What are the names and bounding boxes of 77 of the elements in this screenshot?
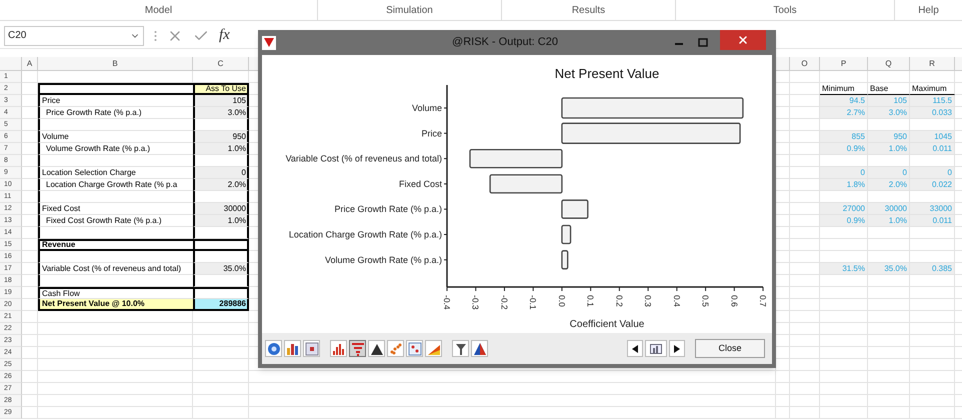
table-cell: 1.0% — [193, 215, 249, 227]
tick-label: 0.7 — [758, 295, 768, 307]
tick-label: 0.6 — [729, 295, 740, 307]
column-header[interactable]: O — [790, 57, 820, 70]
table-cell: 2.0% — [868, 179, 910, 191]
category-label: Volume — [412, 103, 442, 113]
table-cell: 0.9% — [820, 215, 868, 227]
table-cell: 2.7% — [820, 107, 868, 119]
table-cell: 1.0% — [868, 215, 910, 227]
name-box[interactable]: C20 — [4, 26, 144, 46]
table-cell: 1.8% — [820, 179, 868, 191]
table-cell: 115.5 — [910, 95, 955, 107]
tick-label: 0.5 — [700, 295, 711, 307]
table-cell: 30000 — [868, 203, 910, 215]
table-cell: 855 — [820, 131, 868, 143]
ribbon-group-label: Model — [144, 4, 172, 18]
column-header[interactable]: C — [193, 57, 249, 70]
category-label: Fixed Cost — [398, 178, 442, 189]
table-cell: 0.022 — [910, 179, 955, 191]
column-header[interactable]: P — [820, 57, 868, 70]
column-header[interactable]: A — [22, 57, 38, 70]
category-label: Volume Growth Rate (% p.a.) — [324, 254, 442, 265]
table-cell: 27000 — [820, 203, 868, 215]
tick-label: -0.1 — [528, 295, 538, 310]
tick-label: 0.0 — [556, 295, 567, 307]
table-cell: 0 — [868, 167, 910, 179]
ribbon-group-label: Results — [572, 4, 606, 18]
table-cell: 0.033 — [910, 107, 955, 119]
table-cell: 0.011 — [910, 215, 955, 227]
tick-label: 0.1 — [586, 295, 596, 307]
ribbon-group-label: Tools — [773, 4, 797, 18]
table-cell: 1.0% — [193, 143, 249, 155]
table-cell: 1.0% — [868, 143, 910, 155]
table-cell: 31.5% — [820, 263, 868, 275]
insert-function-button[interactable]: fx — [219, 28, 230, 43]
category-label: Variable Cost (% of reveneus and total) — [286, 154, 442, 164]
table-cell: 33000 — [910, 203, 955, 215]
table-cell: 2.0% — [193, 179, 249, 191]
column-header[interactable]: R — [910, 57, 955, 70]
table-cell: 1045 — [910, 131, 955, 143]
tick-label: -0.2 — [499, 295, 510, 310]
window-title: @RISK - Output: C20 — [451, 35, 559, 50]
tick-label: 0.2 — [614, 295, 624, 307]
table-cell: 950 — [868, 131, 910, 143]
tick-label: -0.4 — [442, 295, 452, 310]
table-cell: 0.9% — [820, 143, 868, 155]
table-cell: 94.5 — [820, 95, 868, 107]
axis-title: Coefficient Value — [570, 319, 644, 330]
table-cell: 0 — [910, 167, 955, 179]
ribbon-group-label: Simulation — [386, 4, 433, 18]
table-cell: Net Present Value @ 10.0% — [38, 299, 193, 311]
column-header[interactable]: Q — [868, 57, 910, 70]
category-label: Location Charge Growth Rate (% p.a.) — [288, 230, 442, 240]
table-cell: 3.0% — [868, 107, 910, 119]
column-header[interactable]: B — [38, 57, 193, 70]
table-cell: 0.385 — [910, 263, 955, 275]
category-label: Price Growth Rate (% p.a.) — [334, 204, 442, 214]
ribbon-group-label: Help — [918, 4, 939, 18]
table-cell: Revenue — [38, 239, 193, 251]
table-cell: 0 — [820, 167, 868, 179]
chart-title: Net Present Value — [554, 66, 660, 81]
table-cell: 35.0% — [868, 263, 910, 275]
tick-label: 0.4 — [672, 295, 682, 307]
tick-label: 0.3 — [643, 295, 654, 307]
close-button[interactable]: Close — [695, 339, 765, 358]
category-label: Price — [421, 128, 442, 138]
tick-label: -0.3 — [470, 295, 481, 310]
table-cell: 105 — [868, 95, 910, 107]
table-cell: 289886 — [193, 299, 249, 311]
table-cell: 3.0% — [193, 107, 249, 119]
table-cell: 950 — [193, 131, 249, 143]
table-cell: 0.011 — [910, 143, 955, 155]
table-cell: 0 — [193, 167, 249, 179]
table-cell: Ass To Use — [193, 83, 249, 95]
table-cell: 105 — [193, 95, 249, 107]
table-cell: 35.0% — [193, 263, 249, 275]
table-cell: 30000 — [193, 203, 249, 215]
